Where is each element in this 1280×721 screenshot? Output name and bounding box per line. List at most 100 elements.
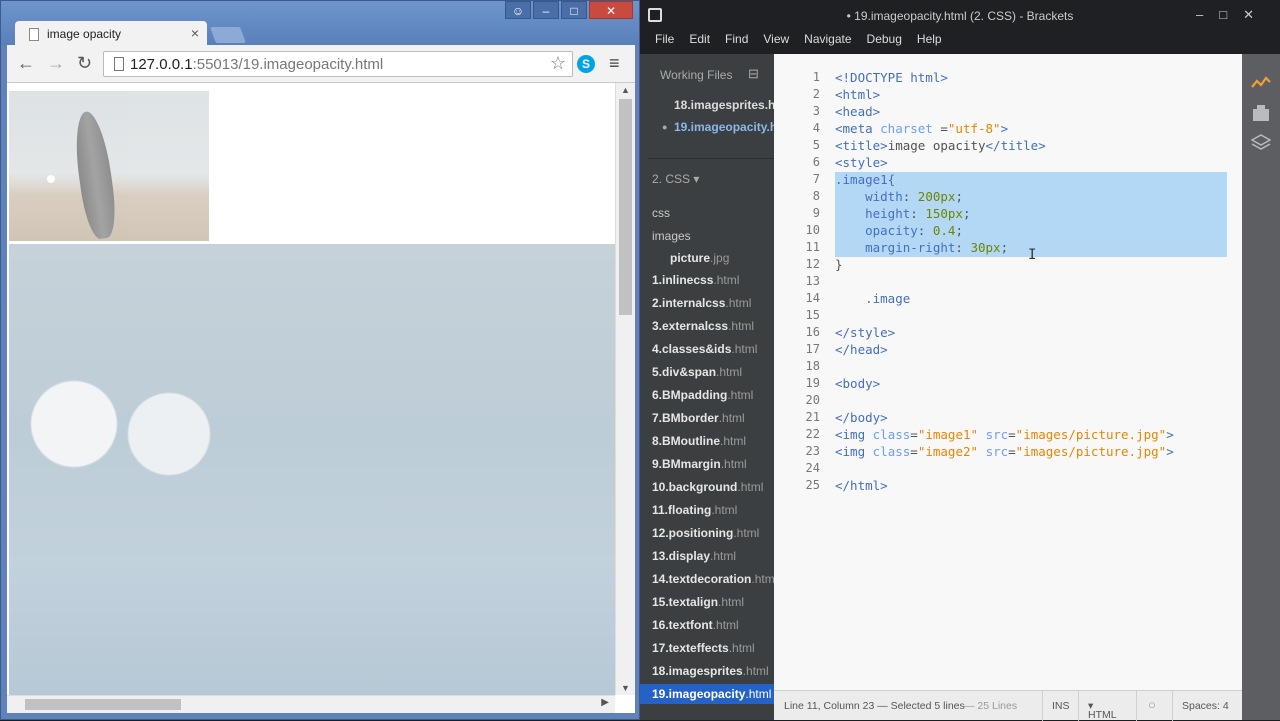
menu-find[interactable]: Find (725, 32, 748, 46)
reload-icon[interactable]: ↻ (77, 53, 92, 74)
project-dropdown[interactable]: 2. CSS ▾ (652, 172, 699, 186)
page-viewport: ▲ ▼ ▶ (7, 83, 635, 713)
right-toolbar (1242, 54, 1280, 720)
menu-icon[interactable]: ≡ (609, 53, 620, 74)
live-preview-icon[interactable] (1251, 74, 1271, 92)
file-name: 9.BMmargin (652, 457, 721, 471)
bookmark-star-icon[interactable]: ☆ (550, 53, 566, 74)
file-item[interactable]: 14.textdecoration.html (652, 572, 774, 586)
line-number: 17 (805, 342, 820, 356)
line-number: 22 (805, 427, 820, 441)
scroll-up-icon[interactable]: ▲ (621, 85, 630, 95)
split-view-icon[interactable]: ⊟ (748, 66, 759, 82)
file-item[interactable]: 8.BMoutline.html (652, 434, 746, 448)
file-item[interactable]: 1.inlinecss.html (652, 273, 739, 287)
file-name: 15.textalign (652, 595, 719, 609)
language-selector[interactable]: HTML ▾ (1088, 700, 1117, 721)
linter-status-icon[interactable]: ○ (1148, 697, 1156, 712)
minimize-icon[interactable]: – (533, 1, 559, 19)
line-count: — 25 Lines (964, 700, 1018, 712)
line-number: 11 (805, 240, 820, 254)
file-item[interactable]: 6.BMpadding.html (652, 388, 753, 402)
folder-css[interactable]: css (652, 206, 670, 220)
line-number: 1 (812, 70, 820, 84)
layers-icon[interactable] (1251, 134, 1271, 152)
browser-tab[interactable]: image opacity × (15, 21, 207, 47)
browser-toolbar: ← → ↻ 127.0.0.1:55013/19.imageopacity.ht… (7, 45, 635, 83)
file-item[interactable]: 15.textalign.html (652, 595, 744, 609)
line-number: 7 (812, 172, 820, 186)
scroll-down-icon[interactable]: ▼ (621, 683, 630, 693)
file-item[interactable]: 9.BMmargin.html (652, 457, 747, 471)
line-number: 12 (805, 257, 820, 271)
language-label: HTML (1088, 709, 1117, 721)
file-item[interactable]: 2.internalcss.html (652, 296, 751, 310)
skype-extension-icon[interactable]: S (577, 55, 595, 73)
hscroll-thumb[interactable] (25, 699, 181, 710)
indent-setting[interactable]: Spaces: 4 (1182, 700, 1229, 712)
folder-images[interactable]: images (652, 229, 691, 243)
file-name: 11.floating (652, 503, 712, 517)
back-icon[interactable]: ← (17, 53, 35, 74)
file-item[interactable]: 3.externalcss.html (652, 319, 754, 333)
file-item[interactable]: 12.positioning.html (652, 526, 759, 540)
code-editor[interactable]: 1 2 3 4 5 6 7 8 9 10 11 12 13 14 15 16 17 18 19 20 21 22 23 24 2… (774, 54, 1242, 690)
user-icon[interactable]: ☺ (505, 1, 531, 19)
horizontal-scrollbar[interactable]: ▶ (7, 695, 615, 713)
file-item[interactable]: 18.imagesprites.html (652, 664, 769, 678)
line-number: 18 (805, 359, 820, 373)
line-number: 24 (805, 461, 820, 475)
file-item-selected[interactable]: 19.imageopacity.html (640, 684, 774, 704)
maximize-icon[interactable]: □ (561, 1, 587, 19)
code-line: </style> (835, 325, 896, 340)
menu-navigate[interactable]: Navigate (804, 32, 851, 46)
brackets-window: • 19.imageopacity.html (2. CSS) - Bracke… (640, 0, 1280, 721)
file-ext: .html (710, 549, 737, 563)
menu-help[interactable]: Help (917, 32, 942, 46)
sidebar: Working Files ⊟ 18.imagesprites.html ● 1… (640, 54, 774, 720)
code-line: </head> (835, 342, 888, 357)
extension-manager-icon[interactable] (1251, 104, 1271, 122)
code-line: } (835, 257, 843, 272)
file-ext: .html (720, 457, 747, 471)
close-icon[interactable]: ✕ (589, 1, 633, 19)
file-name: 5.div&span (652, 365, 717, 379)
forward-icon[interactable]: → (47, 53, 65, 74)
address-bar[interactable]: 127.0.0.1:55013/19.imageopacity.html ☆ (103, 51, 573, 77)
file-item[interactable]: 4.classes&ids.html (652, 342, 757, 356)
file-item[interactable]: 11.floating.html (652, 503, 737, 517)
window-controls[interactable]: –□✕ (1196, 7, 1270, 23)
line-number: 15 (805, 308, 820, 322)
page-icon (114, 57, 124, 71)
file-name: 12.positioning (652, 526, 734, 540)
menu-view[interactable]: View (763, 32, 789, 46)
menu-debug[interactable]: Debug (867, 32, 902, 46)
line-number: 14 (805, 291, 820, 305)
scroll-right-icon[interactable]: ▶ (601, 697, 609, 708)
url-text: 127.0.0.1:55013/19.imageopacity.html (130, 56, 383, 73)
menu-edit[interactable]: Edit (689, 32, 710, 46)
working-file-item[interactable]: 18.imagesprites.html (674, 98, 774, 112)
new-tab-button[interactable] (210, 27, 246, 43)
file-picture[interactable]: picture.jpg (670, 251, 729, 265)
file-item[interactable]: 10.background.html (652, 480, 763, 494)
status-bar: Line 11, Column 23 — Selected 5 lines — … (774, 690, 1242, 721)
file-name: 2.internalcss (652, 296, 726, 310)
file-item[interactable]: 17.texteffects.html (652, 641, 755, 655)
code-line: .image1{ (835, 172, 896, 187)
vertical-scrollbar[interactable]: ▲ ▼ (615, 83, 635, 695)
file-item[interactable]: 16.textfont.html (652, 618, 739, 632)
file-item[interactable]: 7.BMborder.html (652, 411, 745, 425)
working-file-item-active[interactable]: 19.imageopacity.html (674, 120, 774, 134)
url-path: :55013/19.imageopacity.html (192, 56, 384, 73)
insert-mode-toggle[interactable]: INS (1052, 700, 1070, 712)
file-item[interactable]: 13.display.html (652, 549, 736, 563)
scroll-thumb[interactable] (619, 99, 632, 315)
text-cursor-icon: I (1028, 247, 1037, 263)
tab-close-icon[interactable]: × (191, 25, 199, 41)
menu-file[interactable]: File (655, 32, 674, 46)
file-item[interactable]: 5.div&span.html (652, 365, 742, 379)
line-number: 16 (805, 325, 820, 339)
line-number: 5 (812, 138, 820, 152)
unsaved-dot-icon: ● (662, 122, 668, 132)
